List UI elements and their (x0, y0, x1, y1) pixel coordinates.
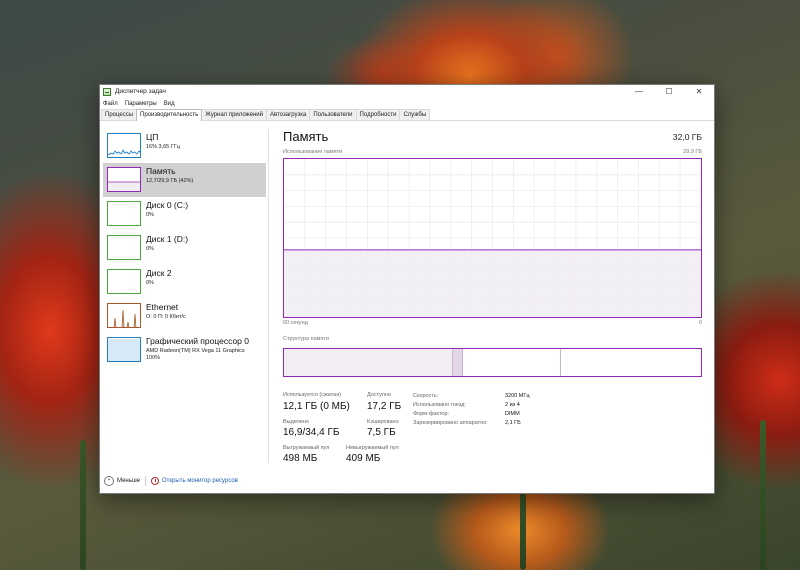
stat-in-use-value: 12,1 ГБ (0 МБ) (283, 401, 350, 412)
sidebar-item-label: Диск 0 (C:) (146, 200, 189, 210)
performance-content: ЦП 16% 3,65 ГГц Память 12,7/29,9 ГБ (42%… (100, 122, 714, 469)
usage-chart-label: Использование памяти (283, 149, 343, 155)
detail-reserved-value: 2,1 ГБ (505, 420, 521, 426)
menu-options[interactable]: Параметры (125, 101, 157, 107)
minimize-button[interactable]: — (624, 85, 654, 98)
sidebar-item-value: 16% 3,65 ГГц (146, 144, 180, 150)
footer-bar: ⌃ Меньше Открыть монитор ресурсов (100, 469, 714, 493)
resource-list: ЦП 16% 3,65 ГГц Память 12,7/29,9 ГБ (42%… (103, 129, 266, 367)
task-manager-window: Диспетчер задач — ☐ ✕ Файл Параметры Вид… (99, 84, 715, 494)
axis-label-left: 60 секунд (283, 320, 308, 326)
panel-divider[interactable] (268, 129, 269, 463)
stat-committed-value: 16,9/34,4 ГБ (283, 427, 340, 438)
memory-graph-icon (107, 167, 141, 192)
tab-processes[interactable]: Процессы (101, 109, 138, 120)
detail-slots-label: Использовано гнезд: (413, 402, 466, 408)
sidebar-item-label: ЦП (146, 132, 159, 142)
task-manager-icon (103, 87, 111, 96)
tulip-stem (80, 440, 86, 570)
stat-nonpaged-pool-value: 409 МБ (346, 453, 381, 464)
sidebar-item-label: Диск 1 (D:) (146, 234, 189, 244)
title-bar[interactable]: Диспетчер задач — ☐ ✕ (100, 85, 714, 98)
tab-services[interactable]: Службы (399, 109, 431, 120)
tab-startup[interactable]: Автозагрузка (265, 109, 311, 120)
sidebar-item-value: 12,7/29,9 ГБ (42%) (146, 178, 194, 184)
sidebar-item-disk-2[interactable]: Диск 2 0% (103, 265, 266, 299)
open-resource-monitor-link[interactable]: Открыть монитор ресурсов (162, 478, 238, 484)
tab-performance[interactable]: Производительность (136, 109, 203, 121)
composition-segment-modified[interactable] (452, 349, 464, 376)
detail-form-factor-label: Форм-фактор: (413, 411, 450, 417)
sidebar-item-value: О: 0 П: 0 Кбит/с (146, 314, 186, 320)
disk-graph-icon (107, 201, 141, 226)
resource-monitor-icon (151, 477, 159, 485)
stat-cached-label: Кэшировано (367, 419, 399, 425)
composition-segment-in-use[interactable] (284, 349, 453, 376)
sidebar-item-cpu[interactable]: ЦП 16% 3,65 ГГц (103, 129, 266, 163)
sidebar-item-disk-1[interactable]: Диск 1 (D:) 0% (103, 231, 266, 265)
tab-app-history[interactable]: Журнал приложений (201, 109, 267, 120)
stat-in-use-label: Используется (сжатая) (283, 392, 342, 398)
sidebar-item-value: 0% (146, 246, 154, 252)
memory-usage-chart (283, 158, 702, 318)
detail-speed-value: 3200 МГц (505, 393, 530, 399)
detail-speed-label: Скорость: (413, 393, 439, 399)
sidebar-item-value: 0% (146, 212, 154, 218)
disk-graph-icon (107, 235, 141, 260)
menu-view[interactable]: Вид (164, 101, 175, 107)
memory-total: 32,0 ГБ (672, 132, 702, 142)
composition-segment-free[interactable] (561, 349, 701, 376)
axis-label-right: 0 (698, 320, 702, 326)
sidebar-item-gpu[interactable]: Графический процессор 0 AMD Radeon(TM) R… (103, 333, 266, 367)
footer-separator (145, 476, 146, 486)
page-title: Память (283, 129, 329, 144)
cpu-graph-icon (107, 133, 141, 158)
gpu-model: AMD Radeon(TM) RX Vega 11 Graphics (146, 348, 245, 354)
stat-committed-label: Выделено (283, 419, 310, 425)
usage-chart-max: 29,9 ГБ (683, 149, 702, 155)
sidebar-item-label: Графический процессор 0 (146, 336, 250, 346)
tab-users[interactable]: Пользователи (309, 109, 357, 120)
stat-cached-value: 7,5 ГБ (367, 427, 396, 438)
stat-available-value: 17,2 ГБ (367, 401, 402, 412)
menu-bar: Файл Параметры Вид (100, 98, 714, 109)
detail-slots-value: 2 из 4 (505, 402, 520, 408)
maximize-button[interactable]: ☐ (654, 85, 684, 98)
detail-form-factor-value: DIMM (505, 411, 520, 417)
sidebar-item-value: 0% (146, 280, 154, 286)
detail-reserved-label: Зарезервировано аппаратно: (413, 420, 488, 426)
fewer-details-button[interactable]: Меньше (117, 478, 140, 484)
disk-graph-icon (107, 269, 141, 294)
sidebar-item-disk-0[interactable]: Диск 0 (C:) 0% (103, 197, 266, 231)
close-button[interactable]: ✕ (684, 85, 714, 98)
tulip-stem (760, 420, 766, 570)
usage-fill-area (284, 249, 701, 317)
memory-usage-plot (284, 159, 701, 317)
window-title: Диспетчер задач (115, 88, 166, 95)
sidebar-item-ethernet[interactable]: Ethernet О: 0 П: 0 Кбит/с (103, 299, 266, 333)
sidebar-item-label: Диск 2 (146, 268, 172, 278)
stat-available-label: Доступно (367, 392, 392, 398)
gpu-graph-icon (107, 337, 141, 362)
sidebar-item-memory[interactable]: Память 12,7/29,9 ГБ (42%) (103, 163, 266, 197)
memory-composition-bar (283, 348, 702, 377)
composition-label: Структура памяти (283, 336, 330, 342)
tab-strip: Процессы Производительность Журнал прило… (100, 109, 714, 121)
sidebar-item-label: Ethernet (146, 302, 179, 312)
sidebar-item-value: AMD Radeon(TM) RX Vega 11 Graphics 100% (146, 348, 245, 362)
sidebar-item-label: Память (146, 166, 176, 176)
composition-segment-standby[interactable] (463, 349, 562, 376)
gpu-usage: 100% (146, 355, 161, 361)
network-graph-icon (107, 303, 141, 328)
stat-paged-pool-value: 498 МБ (283, 453, 318, 464)
stat-nonpaged-pool-label: Невыгружаемый пул (346, 445, 399, 451)
menu-file[interactable]: Файл (103, 101, 118, 107)
stat-paged-pool-label: Выгружаемый пул (283, 445, 330, 451)
tab-details[interactable]: Подробности (355, 109, 401, 120)
chevron-up-icon[interactable]: ⌃ (104, 476, 114, 486)
